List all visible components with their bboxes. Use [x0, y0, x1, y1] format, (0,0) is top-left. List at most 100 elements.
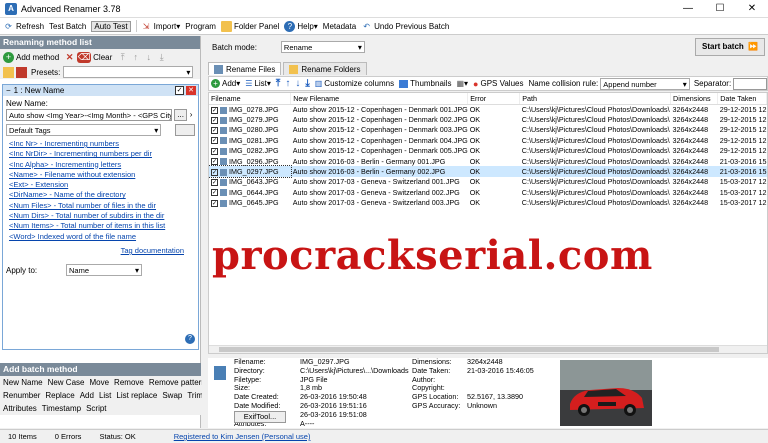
tag-documentation-link[interactable]: Tag documentation — [115, 246, 184, 255]
move-down-icon[interactable]: ↓ — [295, 78, 300, 89]
column-header[interactable]: New Filename — [290, 93, 469, 105]
tag-dirname[interactable]: <DirName> - Name of the directory — [3, 190, 198, 200]
default-tags-select[interactable]: Default Tags — [6, 124, 162, 136]
method-remove[interactable]: Remove — [114, 378, 144, 387]
chevron-right-icon[interactable]: › — [187, 109, 195, 121]
close-icon[interactable]: ✕ — [736, 0, 768, 18]
tab-rename-files[interactable]: Rename Files — [208, 62, 282, 75]
presets-select[interactable] — [63, 66, 194, 78]
refresh-button[interactable]: ⟳ Refresh — [3, 21, 44, 32]
remove-method-icon[interactable]: ✕ — [186, 86, 196, 95]
method-swap[interactable]: Swap — [162, 391, 182, 400]
table-row[interactable]: ✓ IMG_0297.JPG Auto show 2016-03 - Berlin … — [209, 165, 767, 178]
method-move[interactable]: Move — [89, 378, 109, 387]
program-button[interactable]: Program — [185, 22, 216, 31]
new-name-input[interactable]: Auto show <Img Year>-<Img Month> - <GPS … — [6, 109, 173, 121]
row-checkbox[interactable]: ✓ — [211, 106, 218, 114]
open-folder-icon[interactable] — [3, 66, 14, 78]
tag-inc-alpha[interactable]: <Inc Alpha> - Incrementing letters — [3, 160, 198, 170]
minimize-icon[interactable]: — — [672, 0, 704, 18]
undo-batch-button[interactable]: ↶ Undo Previous Batch — [361, 21, 449, 32]
tag-help-button[interactable] — [175, 124, 195, 136]
table-row[interactable]: ✓ IMG_0282.JPG Auto show 2015-12 - Copenha… — [209, 146, 767, 156]
row-checkbox[interactable]: ✓ — [211, 127, 218, 135]
move-up-icon[interactable]: ↑ — [130, 52, 141, 63]
method-replace[interactable]: Replace — [45, 391, 74, 400]
move-top-icon[interactable]: ⤒ — [276, 78, 280, 89]
row-checkbox[interactable]: ✓ — [211, 179, 218, 187]
row-checkbox[interactable]: ✓ — [211, 189, 218, 197]
add-files-button[interactable]: + Add ▾ — [211, 79, 240, 88]
table-row[interactable]: ✓ IMG_0296.JPG Auto show 2016-03 - Berlin … — [209, 156, 767, 166]
tag-inc-nrdir[interactable]: <Inc NrDir> - Incrementing numbers per d… — [3, 149, 198, 159]
column-header[interactable]: Error — [467, 93, 521, 105]
row-checkbox[interactable]: ✓ — [211, 147, 218, 155]
column-header[interactable]: Filename — [209, 93, 292, 105]
table-row[interactable]: ✓ IMG_0281.JPG Auto show 2015-12 - Copenha… — [209, 135, 767, 145]
table-row[interactable]: ✓ IMG_0278.JPG Auto show 2015-12 - Copenha… — [209, 104, 767, 114]
method-list[interactable]: List — [99, 391, 111, 400]
tag-ext[interactable]: <Ext> - Extension — [3, 180, 198, 190]
help-button[interactable]: ? Help ▾ — [284, 20, 318, 32]
list-button[interactable]: ☰ List ▾ — [245, 79, 271, 88]
column-header[interactable]: Path — [519, 93, 671, 105]
apply-to-select[interactable]: Name — [66, 264, 142, 277]
method-new-case[interactable]: New Case — [48, 378, 85, 387]
method-renumber[interactable]: Renumber — [3, 391, 40, 400]
move-up-icon[interactable]: ↑ — [285, 78, 290, 89]
test-batch-button[interactable]: Test Batch — [49, 22, 86, 31]
separator-input[interactable] — [733, 77, 767, 90]
clear-button[interactable]: ⌫ Clear — [77, 51, 112, 63]
move-down-icon[interactable]: ↓ — [143, 52, 154, 63]
column-header[interactable]: Dimensions — [670, 93, 719, 105]
move-bottom-icon[interactable]: ⤓ — [156, 52, 167, 63]
row-checkbox[interactable]: ✓ — [211, 168, 218, 176]
table-row[interactable]: ✓ IMG_0644.JPG Auto show 2017-03 - Geneva … — [209, 187, 767, 197]
table-row[interactable]: ✓ IMG_0643.JPG Auto show 2017-03 - Geneva … — [209, 177, 767, 187]
row-checkbox[interactable]: ✓ — [211, 137, 218, 145]
customize-columns-button[interactable]: ▥ Customize columns — [315, 79, 394, 88]
thumbnails-button[interactable]: Thumbnails — [399, 79, 451, 88]
add-method-button[interactable]: + Add method — [3, 51, 59, 63]
row-checkbox[interactable]: ✓ — [211, 199, 218, 207]
collision-rule-select[interactable]: Append number — [600, 77, 690, 90]
method-script[interactable]: Script — [86, 404, 106, 413]
exiftool-button[interactable]: ExifTool... — [234, 411, 286, 423]
metadata-button[interactable]: Metadata — [323, 22, 356, 31]
scrollbar-thumb[interactable] — [219, 347, 719, 352]
table-row[interactable]: ✓ IMG_0645.JPG Auto show 2017-03 - Geneva … — [209, 198, 767, 208]
table-row[interactable]: ✓ IMG_0280.JPG Auto show 2015-12 - Copenha… — [209, 125, 767, 135]
auto-test-button[interactable]: Auto Test — [91, 20, 131, 32]
method-trim[interactable]: Trim — [187, 391, 203, 400]
tag-name[interactable]: <Name> - Filename without extension — [3, 170, 198, 180]
method-new-name[interactable]: New Name — [3, 378, 43, 387]
tag-num-dirs[interactable]: <Num Dirs> - Total number of subdirs in … — [3, 211, 198, 221]
import-button[interactable]: ⇲ Import ▾ — [141, 21, 181, 32]
tag-inc-nr[interactable]: <Inc Nr> - Incrementing numbers — [3, 139, 198, 149]
folder-panel-button[interactable]: Folder Panel — [220, 20, 279, 32]
column-header[interactable]: Date Taken — [717, 93, 767, 105]
delete-icon[interactable]: ✕ — [64, 52, 75, 63]
grid-view-button[interactable]: ▦ ▾ — [456, 79, 468, 88]
batch-mode-select[interactable]: Rename — [280, 41, 365, 53]
tag-word[interactable]: <Word> Indexed word of the file name — [3, 232, 198, 242]
enable-checkbox[interactable]: ✓ — [175, 86, 184, 95]
registration-link[interactable]: Registered to Kim Jensen (Personal use) — [174, 432, 311, 441]
method-remove-pattern[interactable]: Remove pattern — [149, 378, 206, 387]
tab-rename-folders[interactable]: Rename Folders — [283, 62, 367, 75]
row-checkbox[interactable]: ✓ — [211, 116, 218, 124]
maximize-icon[interactable]: ☐ — [704, 0, 736, 18]
horizontal-scrollbar[interactable] — [209, 345, 767, 353]
row-checkbox[interactable]: ✓ — [211, 158, 218, 166]
method-list-replace[interactable]: List replace — [116, 391, 157, 400]
method-attributes[interactable]: Attributes — [3, 404, 37, 413]
tag-picker-button[interactable]: ... — [174, 109, 188, 121]
method-add[interactable]: Add — [80, 391, 94, 400]
tag-num-files[interactable]: <Num Files> - Total number of files in t… — [3, 201, 198, 211]
tag-num-items[interactable]: <Num Items> - Total number of items in t… — [3, 221, 198, 231]
method-timestamp[interactable]: Timestamp — [42, 404, 81, 413]
start-batch-button[interactable]: Start batch ⏩ — [695, 38, 765, 56]
save-icon[interactable] — [16, 66, 27, 78]
move-top-icon[interactable]: ⤒ — [117, 52, 128, 63]
table-row[interactable]: ✓ IMG_0279.JPG Auto show 2015-12 - Copenha… — [209, 114, 767, 124]
